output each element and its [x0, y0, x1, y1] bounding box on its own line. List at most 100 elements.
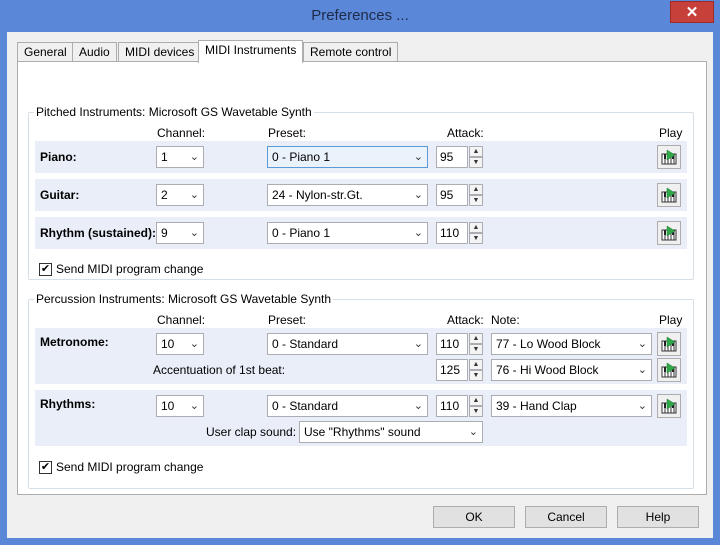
dialog-client: General Audio MIDI devices MIDI Instrume… — [7, 32, 713, 538]
guitar-preset-select[interactable]: 24 - Nylon-str.Gt. ⌄ — [267, 184, 428, 206]
percussion-instruments-group: Percussion Instruments: Microsoft GS Wav… — [28, 292, 694, 489]
rhythms-note-select[interactable]: 39 - Hand Clap ⌄ — [491, 395, 652, 417]
play-note-icon — [661, 398, 677, 414]
rhythm-channel-select[interactable]: 9 ⌄ — [156, 222, 204, 244]
tab-midi-instruments[interactable]: MIDI Instruments — [198, 40, 304, 63]
spin-up-icon[interactable]: ▲ — [469, 395, 483, 406]
rhythm-attack-input[interactable]: 110 — [436, 222, 468, 244]
metronome-preset-select[interactable]: 0 - Standard ⌄ — [267, 333, 428, 355]
rhythms-attack-spinner: ▲ ▼ — [469, 395, 483, 417]
spin-up-icon[interactable]: ▲ — [469, 333, 483, 344]
attack-header: Attack: — [447, 313, 484, 327]
percussion-send-program-change-checkbox[interactable]: ✔ — [39, 461, 52, 474]
spin-down-icon[interactable]: ▼ — [469, 344, 483, 355]
spin-up-icon[interactable]: ▲ — [469, 359, 483, 370]
channel-header: Channel: — [157, 126, 206, 140]
piano-channel-value: 1 — [161, 150, 168, 164]
help-button[interactable]: Help — [617, 506, 699, 528]
chevron-down-icon: ⌄ — [637, 364, 647, 376]
metronome-play-button[interactable] — [657, 332, 681, 356]
chevron-down-icon: ⌄ — [413, 400, 423, 412]
piano-preset-value: 0 - Piano 1 — [272, 150, 331, 164]
chevron-down-icon: ⌄ — [637, 338, 647, 350]
user-clap-sound-label: User clap sound: — [206, 425, 297, 439]
preset-header: Preset: — [268, 126, 307, 140]
rhythms-play-button[interactable] — [657, 394, 681, 418]
preferences-window: Preferences ... ✕ General Audio MIDI dev… — [0, 0, 720, 545]
metronome-note-select[interactable]: 77 - Lo Wood Block ⌄ — [491, 333, 652, 355]
piano-label: Piano: — [40, 150, 77, 164]
accentuation-note-value: 76 - Hi Wood Block — [496, 363, 599, 377]
metronome-note-value: 77 - Lo Wood Block — [496, 337, 601, 351]
rhythm-sustained-label: Rhythm (sustained): — [40, 226, 157, 240]
guitar-preset-value: 24 - Nylon-str.Gt. — [272, 188, 363, 202]
tab-audio[interactable]: Audio — [72, 42, 117, 62]
spin-down-icon[interactable]: ▼ — [469, 370, 483, 381]
chevron-down-icon: ⌄ — [413, 227, 423, 239]
accentuation-attack-spinner: ▲ ▼ — [469, 359, 483, 381]
accentuation-play-button[interactable] — [657, 358, 681, 382]
rhythms-channel-select[interactable]: 10 ⌄ — [156, 395, 204, 417]
guitar-attack-input[interactable]: 95 — [436, 184, 468, 206]
piano-channel-select[interactable]: 1 ⌄ — [156, 146, 204, 168]
rhythms-note-value: 39 - Hand Clap — [496, 399, 577, 413]
cancel-button[interactable]: Cancel — [525, 506, 607, 528]
rhythm-preset-value: 0 - Piano 1 — [272, 226, 331, 240]
metronome-channel-select[interactable]: 10 ⌄ — [156, 333, 204, 355]
guitar-play-button[interactable] — [657, 183, 681, 207]
accentuation-note-select[interactable]: 76 - Hi Wood Block ⌄ — [491, 359, 652, 381]
accentuation-label: Accentuation of 1st beat: — [153, 363, 286, 377]
spin-up-icon[interactable]: ▲ — [469, 146, 483, 157]
user-clap-sound-select[interactable]: Use "Rhythms" sound ⌄ — [299, 421, 483, 443]
play-header: Play — [659, 313, 683, 327]
play-note-icon — [661, 225, 677, 241]
piano-attack-input[interactable]: 95 — [436, 146, 468, 168]
metronome-preset-value: 0 - Standard — [272, 337, 339, 351]
spin-down-icon[interactable]: ▼ — [469, 233, 483, 244]
chevron-down-icon: ⌄ — [413, 151, 423, 163]
percussion-group-title: Percussion Instruments: Microsoft GS Wav… — [34, 292, 334, 306]
note-header: Note: — [491, 313, 520, 327]
rhythms-attack-input[interactable]: 110 — [436, 395, 468, 417]
spin-down-icon[interactable]: ▼ — [469, 195, 483, 206]
attack-header: Attack: — [447, 126, 484, 140]
tab-general[interactable]: General — [17, 42, 74, 62]
rhythm-play-button[interactable] — [657, 221, 681, 245]
accentuation-attack-input[interactable]: 125 — [436, 359, 468, 381]
metronome-attack-input[interactable]: 110 — [436, 333, 468, 355]
rhythms-label: Rhythms: — [40, 397, 96, 411]
user-clap-sound-value: Use "Rhythms" sound — [304, 425, 421, 439]
guitar-channel-value: 2 — [161, 188, 168, 202]
chevron-down-icon: ⌄ — [413, 189, 423, 201]
close-icon: ✕ — [685, 4, 699, 21]
chevron-down-icon: ⌄ — [189, 189, 199, 201]
piano-attack-spinner: ▲ ▼ — [469, 146, 483, 168]
pitched-send-program-change-checkbox[interactable]: ✔ — [39, 263, 52, 276]
title-bar[interactable]: Preferences ... ✕ — [0, 0, 720, 32]
rhythms-preset-select[interactable]: 0 - Standard ⌄ — [267, 395, 428, 417]
pitched-instruments-group: Pitched Instruments: Microsoft GS Waveta… — [28, 105, 694, 280]
metronome-label: Metronome: — [40, 335, 109, 349]
play-note-icon — [661, 336, 677, 352]
chevron-down-icon: ⌄ — [189, 400, 199, 412]
percussion-send-program-change-label: Send MIDI program change — [56, 460, 204, 474]
rhythm-attack-spinner: ▲ ▼ — [469, 222, 483, 244]
close-button[interactable]: ✕ — [670, 1, 714, 23]
spin-down-icon[interactable]: ▼ — [469, 406, 483, 417]
spin-up-icon[interactable]: ▲ — [469, 222, 483, 233]
spin-up-icon[interactable]: ▲ — [469, 184, 483, 195]
guitar-label: Guitar: — [40, 188, 80, 202]
play-header: Play — [659, 126, 683, 140]
tab-remote-control[interactable]: Remote control — [303, 42, 399, 62]
guitar-channel-select[interactable]: 2 ⌄ — [156, 184, 204, 206]
tab-midi-devices[interactable]: MIDI devices — [118, 42, 202, 62]
rhythm-preset-select[interactable]: 0 - Piano 1 ⌄ — [267, 222, 428, 244]
piano-play-button[interactable] — [657, 145, 681, 169]
rhythm-channel-value: 9 — [161, 226, 168, 240]
chevron-down-icon: ⌄ — [189, 151, 199, 163]
spin-down-icon[interactable]: ▼ — [469, 157, 483, 168]
play-note-icon — [661, 187, 677, 203]
play-note-icon — [661, 362, 677, 378]
ok-button[interactable]: OK — [433, 506, 515, 528]
piano-preset-select[interactable]: 0 - Piano 1 ⌄ — [267, 146, 428, 168]
